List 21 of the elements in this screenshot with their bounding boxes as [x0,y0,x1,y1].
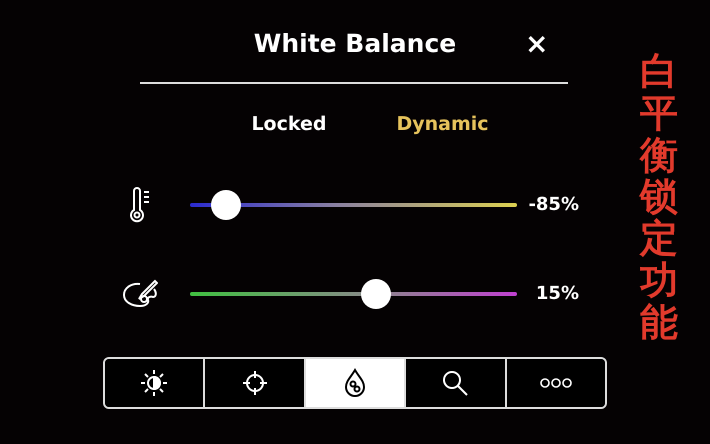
slider-value: 15% [534,282,579,306]
slider-value: -85% [527,193,579,217]
panel-title: White Balance [254,28,456,60]
toolbar-tab[interactable] [205,358,306,406]
caption-text: 白平衡锁定功能 [640,50,678,346]
search-icon [441,368,470,396]
mode-tab[interactable]: Dynamic [396,110,489,138]
exposure-icon [139,368,170,398]
slider-thumb[interactable] [210,190,241,220]
toolbar-tab[interactable] [105,358,206,406]
toolbar-tab[interactable] [306,358,406,406]
thermometer-icon [129,186,151,222]
slider-thumb[interactable] [361,278,392,308]
palette-icon [122,278,158,308]
mode-tab[interactable]: Locked [251,110,326,138]
crosshair-icon [240,368,269,396]
toolbar-tab[interactable] [506,358,605,406]
more-icon [540,376,572,388]
toolbar-tab[interactable] [406,358,507,406]
drop-icon [343,368,368,398]
close-button[interactable]: × [525,30,548,58]
